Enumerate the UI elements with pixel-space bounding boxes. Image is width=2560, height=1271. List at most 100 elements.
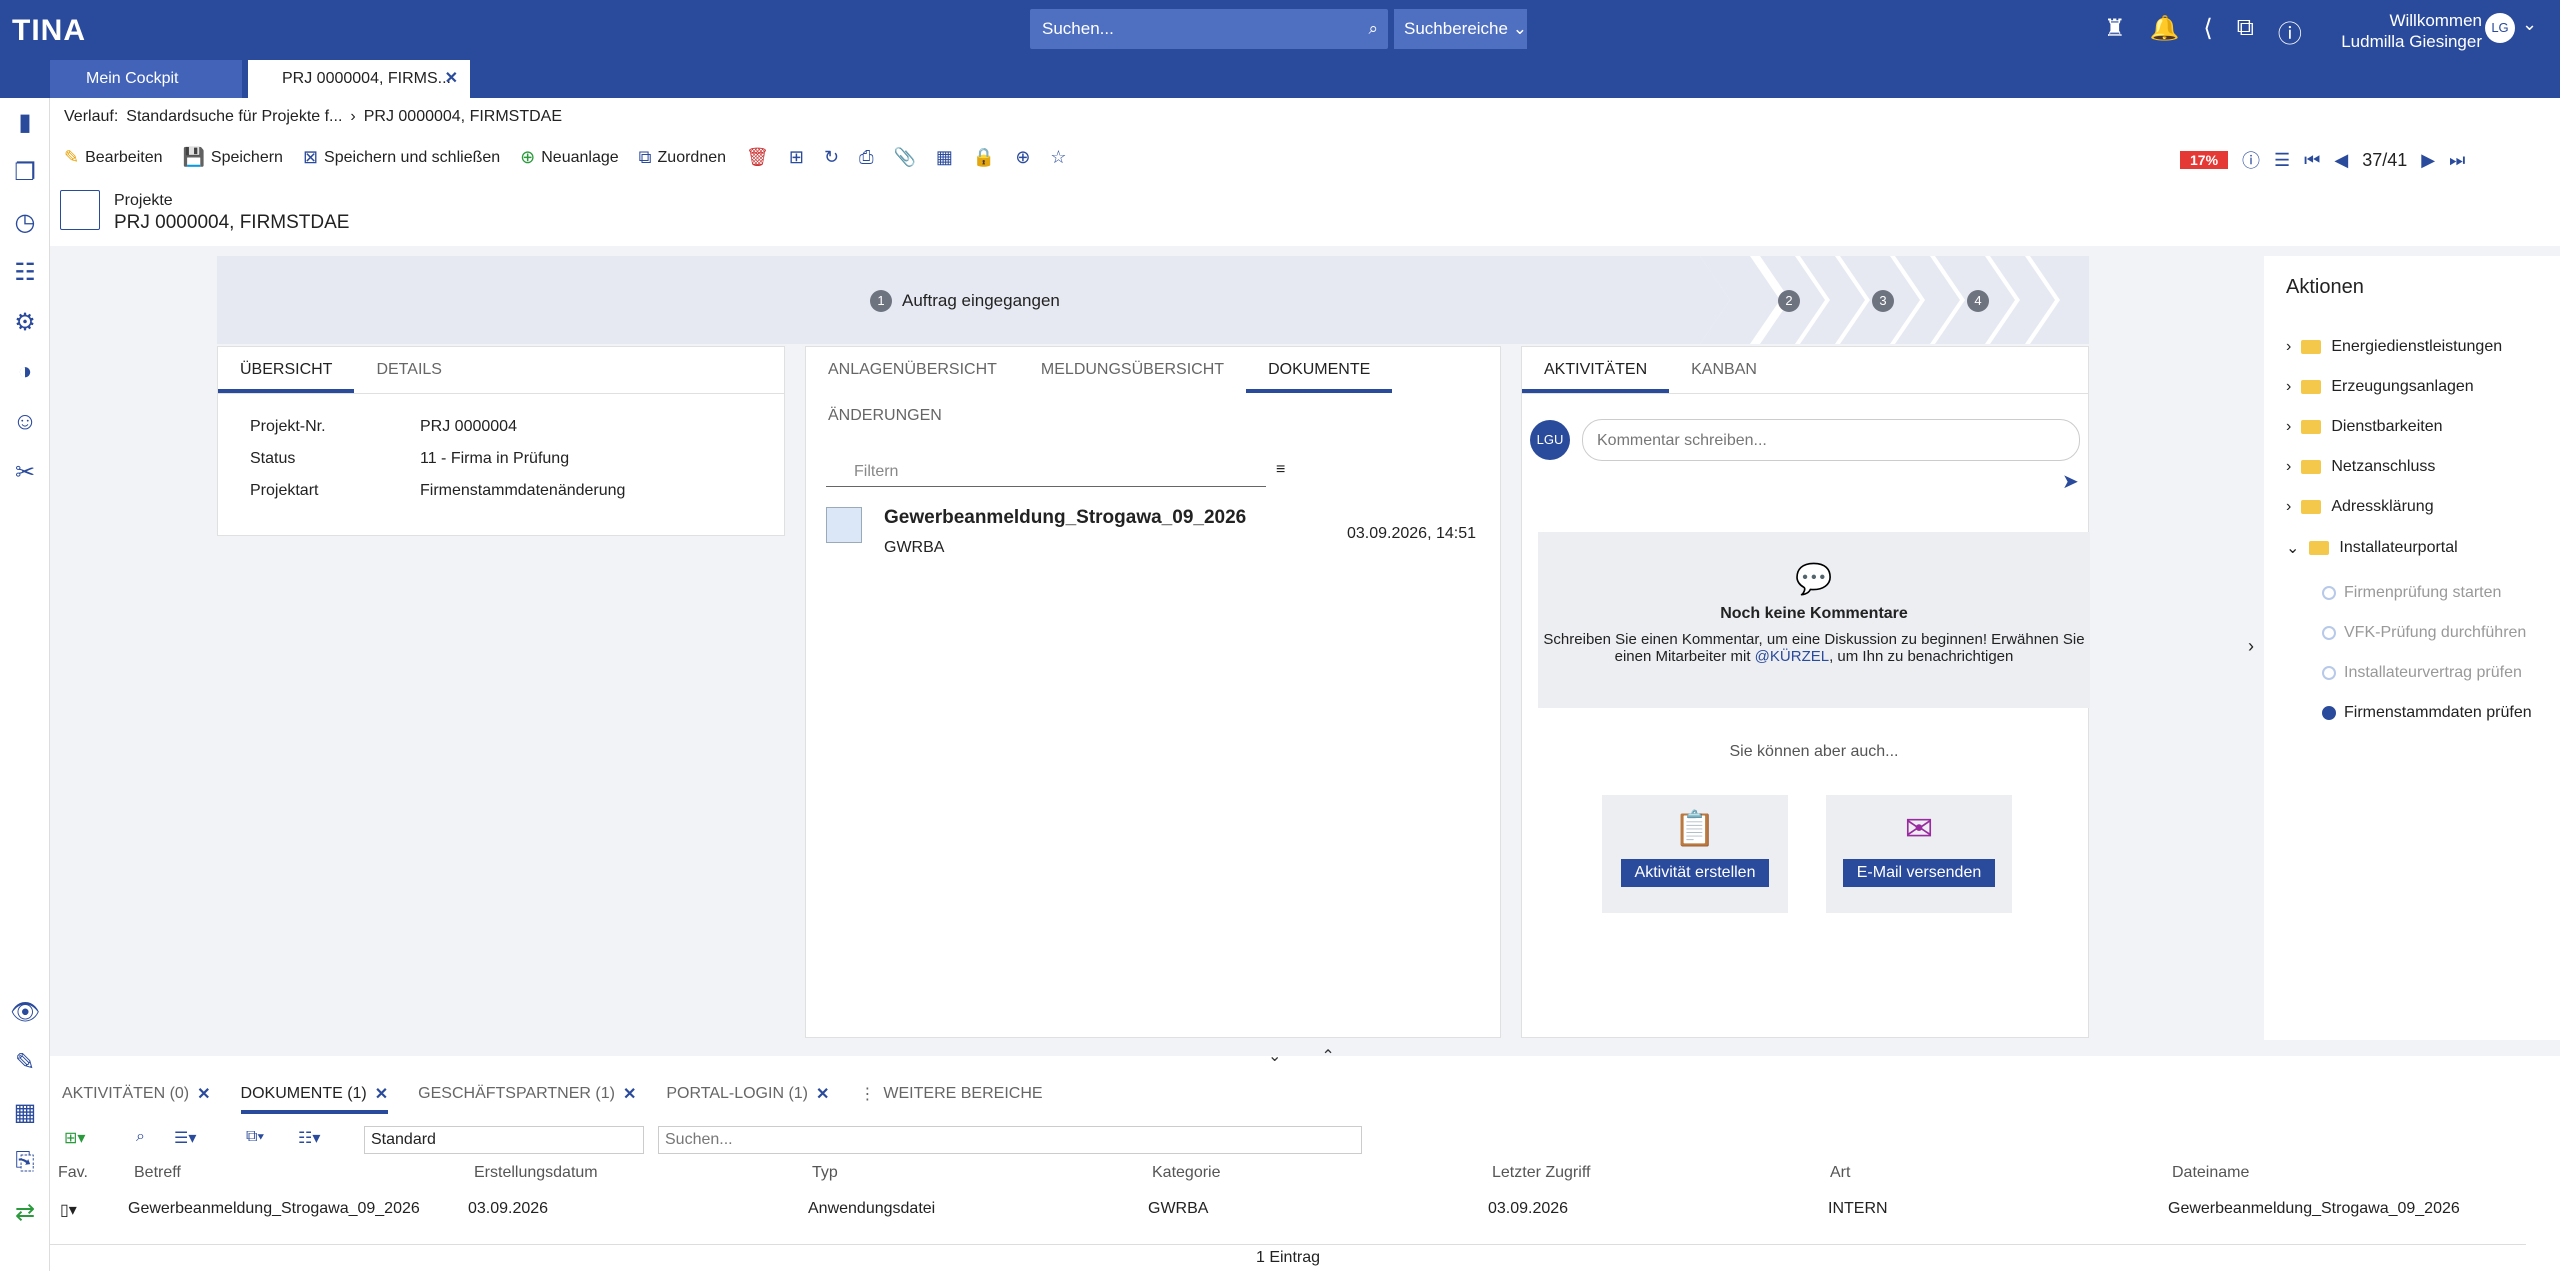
save-button[interactable]: 💾 Speichern xyxy=(182,147,282,168)
global-search-input[interactable]: Suchen... ⌕ xyxy=(1030,9,1388,49)
comment-input[interactable]: Kommentar schreiben... xyxy=(1582,419,2080,461)
windows-icon[interactable]: ❐ xyxy=(10,158,40,188)
tab-kanban[interactable]: KANBAN xyxy=(1669,347,1779,393)
delete-icon[interactable]: 🗑 xyxy=(746,147,769,168)
create-activity-button[interactable]: Aktivität erstellen xyxy=(1620,859,1770,887)
lock-icon[interactable]: 🔒 xyxy=(973,147,995,168)
page-title: PRJ 0000004, FIRMSTDAE xyxy=(114,212,350,233)
search-icon[interactable]: ⌕ xyxy=(1368,9,1378,49)
action-folder[interactable]: › Netzanschluss xyxy=(2286,458,2435,476)
save-close-button[interactable]: ⊠ Speichern und schließen xyxy=(303,147,500,168)
chevron-down-icon[interactable]: ⌄ xyxy=(2522,14,2537,35)
action-folder[interactable]: ⌄ Installateurportal xyxy=(2286,538,2458,558)
action-subitem[interactable]: Installateurvertrag prüfen xyxy=(2322,664,2522,682)
btab-portal[interactable]: PORTAL-LOGIN (1) ✕ xyxy=(666,1084,829,1104)
tab-aktivitaeten[interactable]: AKTIVITÄTEN xyxy=(1522,347,1670,393)
add-icon[interactable]: ⊞▾ xyxy=(64,1128,85,1148)
btab-activities[interactable]: AKTIVITÄTEN (0) ✕ xyxy=(62,1084,211,1104)
first-icon[interactable]: ⏮ xyxy=(2304,150,2320,171)
list-icon[interactable]: ☰ xyxy=(2274,150,2290,171)
btab-partners[interactable]: GESCHÄFTSPARTNER (1) ✕ xyxy=(418,1084,636,1104)
refresh-icon[interactable]: ↻ xyxy=(824,147,839,168)
btab-documents[interactable]: DOKUMENTE (1) ✕ xyxy=(240,1084,389,1114)
watch-icon[interactable]: 👁 xyxy=(10,998,40,1028)
robot-icon[interactable]: ☺ xyxy=(10,408,40,438)
tab-meldungen[interactable]: MELDUNGSÜBERSICHT xyxy=(1019,347,1246,393)
action-subitem[interactable]: VFK-Prüfung durchführen xyxy=(2322,624,2526,642)
send-email-button[interactable]: E-Mail versenden xyxy=(1842,859,1996,887)
progress-badge: 17% xyxy=(2180,151,2229,169)
sync-icon[interactable]: ⇄ xyxy=(10,1198,40,1228)
tab-mein-cockpit[interactable]: Mein Cockpit xyxy=(50,60,242,98)
process-step-3[interactable]: 3 xyxy=(1872,290,1894,312)
action-subitem[interactable]: Firmenstammdaten prüfen xyxy=(2322,704,2532,722)
report-icon[interactable]: ◑ xyxy=(10,358,40,388)
search-areas-dropdown[interactable]: Suchbereiche ⌄ xyxy=(1394,9,1527,49)
calendar-icon[interactable]: ▦ xyxy=(936,147,953,168)
print-icon[interactable]: ⎙ xyxy=(859,147,873,168)
tools-icon[interactable]: ✂ xyxy=(10,458,40,488)
image-icon xyxy=(826,507,862,543)
user-avatar[interactable]: LG xyxy=(2485,13,2515,43)
action-folder[interactable]: › Erzeugungsanlagen xyxy=(2286,378,2474,396)
layout-icon[interactable]: ☷▾ xyxy=(298,1128,320,1148)
tab-anlagen[interactable]: ANLAGENÜBERSICHT xyxy=(806,347,1019,393)
settings-icon[interactable]: ⚙ xyxy=(10,308,40,338)
star-icon[interactable]: ☆ xyxy=(1050,147,1066,168)
bell-icon[interactable]: 🔔 xyxy=(2150,14,2180,49)
action-folder[interactable]: › Energiedienstleistungen xyxy=(2286,338,2502,356)
bookmark-icon[interactable]: ▮ xyxy=(10,108,40,138)
attach-icon[interactable]: 📎 xyxy=(893,147,915,168)
grid-toolbar: ⊞▾ ⌕ ☰▾ ⧉▾ ☷▾ Standard Suchen... xyxy=(62,1126,1362,1156)
document-icon[interactable]: ▯▾ xyxy=(60,1200,77,1220)
action-subitem[interactable]: Firmenprüfung starten xyxy=(2322,584,2501,602)
calendar-icon[interactable]: ▦ xyxy=(10,1098,40,1128)
chevron-down-icon[interactable]: ⌄ xyxy=(1268,1046,1281,1066)
filter-input[interactable]: Filtern xyxy=(826,457,1266,487)
assign-doc-icon[interactable]: ⊕ xyxy=(1015,147,1030,168)
menu-icon[interactable]: ☰▾ xyxy=(174,1128,196,1148)
send-icon[interactable]: ➤ xyxy=(2062,469,2079,494)
close-icon[interactable]: ✕ xyxy=(445,60,458,98)
tab-project[interactable]: PRJ 0000004, FIRMS... ✕ xyxy=(248,60,470,98)
table-row[interactable]: ▯▾ Gewerbeanmeldung_Strogawa_09_2026 03.… xyxy=(58,1200,2508,1224)
prev-icon[interactable]: ◀ xyxy=(2334,150,2348,171)
action-folder[interactable]: › Dienstbarkeiten xyxy=(2286,418,2443,436)
process-step-1[interactable]: 1 Auftrag eingegangen xyxy=(870,290,1060,312)
edit-icon[interactable]: ✎ xyxy=(10,1048,40,1078)
grid-search-input[interactable]: Suchen... xyxy=(658,1126,1362,1154)
history-icon[interactable]: ◷ xyxy=(10,208,40,238)
new-button[interactable]: ⊕ Neuanlage xyxy=(520,147,619,168)
lighthouse-icon[interactable]: ♜ xyxy=(2104,14,2126,49)
process-step-4[interactable]: 4 xyxy=(1967,290,1989,312)
last-icon[interactable]: ⏭ xyxy=(2449,150,2465,171)
assign-button[interactable]: ⧉ Zuordnen xyxy=(639,147,726,168)
action-folder[interactable]: › Adressklärung xyxy=(2286,498,2434,516)
info-icon[interactable]: ⓘ xyxy=(2242,147,2260,173)
process-step-2[interactable]: 2 xyxy=(1778,290,1800,312)
sort-icon[interactable]: ≡ xyxy=(1276,461,1285,479)
tab-dokumente[interactable]: DOKUMENTE xyxy=(1246,347,1393,393)
breadcrumb-item[interactable]: PRJ 0000004, FIRMSTDAE xyxy=(364,108,562,126)
create-activity-card: 📋 Aktivität erstellen xyxy=(1602,795,1788,913)
next-icon[interactable]: ▶ xyxy=(2421,150,2435,171)
copy-icon[interactable]: ⧉▾ xyxy=(246,1128,264,1146)
breadcrumb-item[interactable]: Standardsuche für Projekte f... xyxy=(126,108,342,126)
chevron-up-icon[interactable]: ⌃ xyxy=(1321,1046,1334,1066)
tab-details[interactable]: DETAILS xyxy=(354,347,464,393)
collapse-icon[interactable]: › xyxy=(2248,636,2254,657)
view-select[interactable]: Standard xyxy=(364,1126,644,1154)
top-bar: TINA Suchen... ⌕ Suchbereiche ⌄ ♜ 🔔 ⟨ ⧉ ⓘ… xyxy=(0,0,2560,58)
info-icon[interactable]: ⓘ xyxy=(2278,14,2302,49)
external-link-icon[interactable]: ⧉ xyxy=(2237,14,2254,49)
tab-overview[interactable]: ÜBERSICHT xyxy=(218,347,355,393)
doc-settings-icon[interactable]: ⎘ xyxy=(10,1148,40,1178)
add-doc-icon[interactable]: ⊞ xyxy=(789,147,804,168)
search-list-icon[interactable]: ⌕ xyxy=(136,1128,145,1146)
tab-aenderungen[interactable]: ÄNDERUNGEN xyxy=(806,393,1500,435)
btab-more[interactable]: ⋮ WEITERE BEREICHE xyxy=(859,1084,1042,1104)
search-list-icon[interactable]: ☷ xyxy=(10,258,40,288)
edit-button[interactable]: ✎ Bearbeiten xyxy=(64,147,162,168)
share-icon[interactable]: ⟨ xyxy=(2203,14,2212,49)
document-item[interactable]: Gewerbeanmeldung_Strogawa_09_2026 GWRBA … xyxy=(826,507,1486,567)
